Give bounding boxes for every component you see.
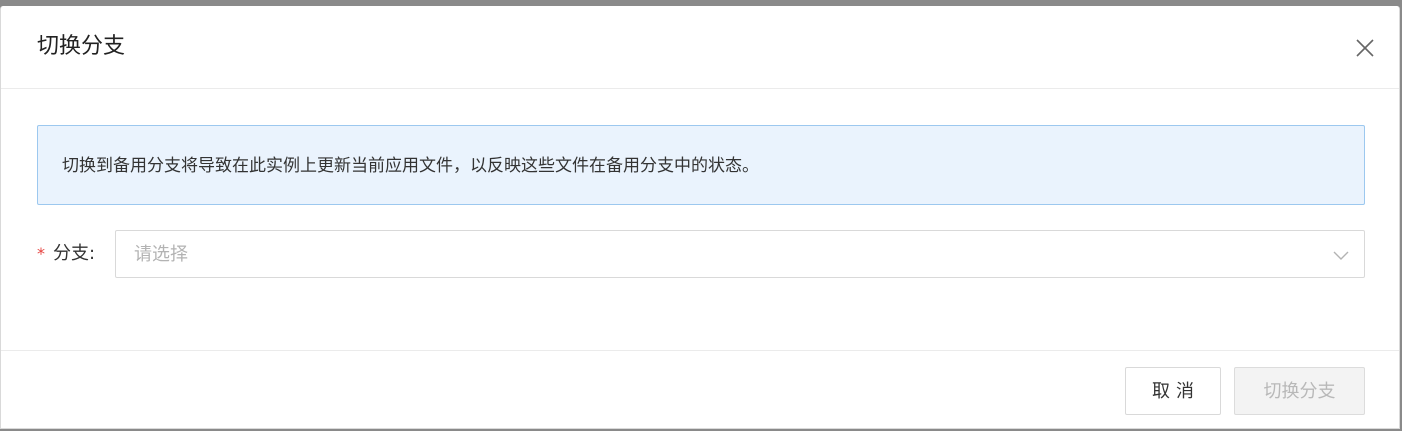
switch-branch-dialog: 切换分支 切换到备用分支将导致在此实例上更新当前应用文件，以反映这些文件在备用分…	[0, 6, 1400, 429]
dialog-title: 切换分支	[37, 34, 126, 59]
alert-message: 切换到备用分支将导致在此实例上更新当前应用文件，以反映这些文件在备用分支中的状态…	[62, 156, 759, 176]
info-alert: 切换到备用分支将导致在此实例上更新当前应用文件，以反映这些文件在备用分支中的状态…	[37, 125, 1365, 205]
chevron-down-icon	[1332, 246, 1350, 264]
switch-branch-button[interactable]: 切换分支	[1234, 367, 1365, 415]
required-mark: *	[37, 244, 45, 263]
branch-form-row: * 分支: 请选择	[37, 230, 1365, 278]
branch-select[interactable]: 请选择	[115, 230, 1365, 278]
close-icon[interactable]	[1353, 36, 1377, 60]
branch-select-placeholder: 请选择	[134, 244, 188, 265]
cancel-button[interactable]: 取消	[1125, 367, 1221, 415]
dialog-header: 切换分支	[1, 6, 1399, 89]
dialog-footer: 取消 切换分支	[1, 350, 1399, 428]
branch-label: 分支:	[53, 243, 96, 264]
dialog-body: 切换到备用分支将导致在此实例上更新当前应用文件，以反映这些文件在备用分支中的状态…	[1, 89, 1399, 350]
